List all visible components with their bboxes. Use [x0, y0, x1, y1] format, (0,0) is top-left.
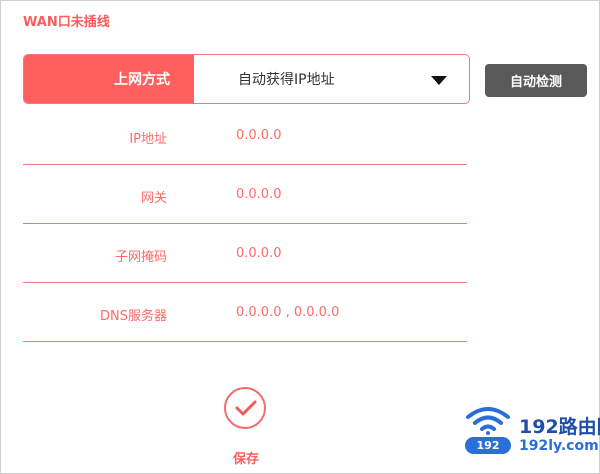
caret-down-icon: [431, 76, 447, 85]
wifi-icon: [466, 407, 510, 435]
connection-mode-label: 上网方式: [24, 55, 194, 103]
save-button[interactable]: [224, 387, 266, 429]
connection-mode-select[interactable]: 自动获得IP地址: [194, 55, 469, 103]
dns-server-label: DNS服务器: [100, 309, 167, 324]
gateway-label: 网关: [140, 191, 167, 206]
subnet-mask-value: 0.0.0.0: [236, 246, 282, 261]
connection-mode-value: 自动获得IP地址: [238, 72, 335, 88]
subnet-mask-label: 子网掩码: [114, 250, 167, 265]
checkmark-icon: [235, 400, 257, 416]
subnet-mask-row: 子网掩码 0.0.0.0: [23, 225, 467, 283]
ip-address-row: IP地址 0.0.0.0: [23, 107, 467, 165]
watermark-badge: 192: [465, 437, 511, 454]
watermark-brand: 192路由网: [519, 416, 600, 438]
dns-server-row: DNS服务器 0.0.0.0 , 0.0.0.0: [23, 284, 467, 342]
auto-detect-button[interactable]: 自动检测: [485, 64, 587, 97]
ip-address-label: IP地址: [129, 132, 167, 147]
save-label: 保存: [233, 452, 260, 467]
gateway-value: 0.0.0.0: [236, 187, 282, 202]
ip-address-value: 0.0.0.0: [236, 128, 282, 143]
settings-panel: WAN口未插线 上网方式 自动获得IP地址 自动检测 IP地址 0.0.0.0 …: [0, 0, 600, 474]
dns-server-value: 0.0.0.0 , 0.0.0.0: [236, 305, 340, 320]
gateway-row: 网关 0.0.0.0: [23, 166, 467, 224]
connection-mode-row: 上网方式 自动获得IP地址: [23, 54, 470, 104]
watermark-url: 192ly.com: [519, 438, 599, 454]
site-watermark: 192路由网 192 192ly.com: [465, 405, 600, 465]
wan-status-title: WAN口未插线: [23, 15, 110, 30]
